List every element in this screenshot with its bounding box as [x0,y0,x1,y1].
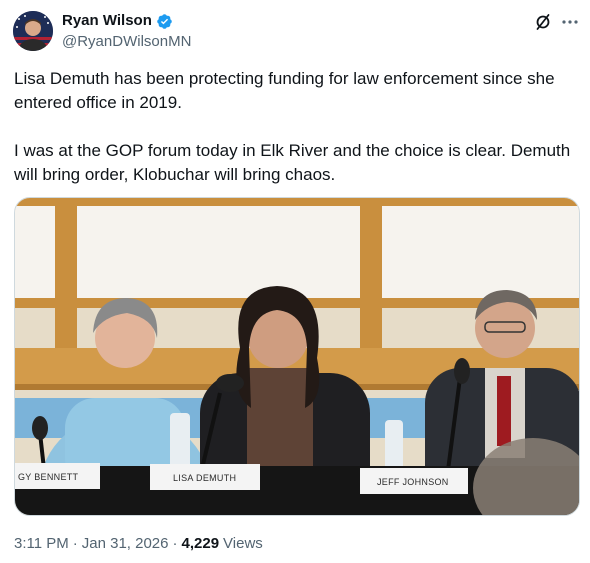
author-handle[interactable]: @RyanDWilsonMN [62,33,191,51]
forum-photo-image: GY BENNETT LISA DEMUTH JEFF JOHNSON [15,198,579,515]
tweet-date[interactable]: Jan 31, 2026 [82,535,169,553]
views-label: Views [223,535,263,552]
more-icon[interactable] [559,12,581,32]
author-display-name[interactable]: Ryan Wilson [62,12,152,30]
placard-johnson: JEFF JOHNSON [377,477,449,487]
grok-icon[interactable] [533,12,553,32]
avatar-image [13,11,53,51]
tweet-time[interactable]: 3:11 PM [14,535,69,553]
placard-demuth: LISA DEMUTH [173,473,236,483]
tweet-paragraph: I was at the GOP forum today in Elk Rive… [14,141,571,184]
tweet-text: Lisa Demuth has been protecting funding … [14,67,580,187]
meta-separator: · [72,535,78,552]
tweet: Ryan Wilson @RyanDWilsonMN Lisa Demuth h… [0,0,590,563]
placard-bennett: GY BENNETT [18,472,79,482]
tweet-paragraph: Lisa Demuth has been protecting funding … [14,69,555,112]
author-name-row: Ryan Wilson [62,12,173,30]
tweet-photo[interactable]: GY BENNETT LISA DEMUTH JEFF JOHNSON [14,197,580,516]
views-count: 4,229 [181,535,220,552]
avatar[interactable] [13,11,53,51]
verified-badge-icon[interactable] [156,13,173,30]
tweet-meta: 3:11 PM · Jan 31, 2026 · 4,229 Views [14,535,263,553]
meta-separator: · [172,535,178,552]
